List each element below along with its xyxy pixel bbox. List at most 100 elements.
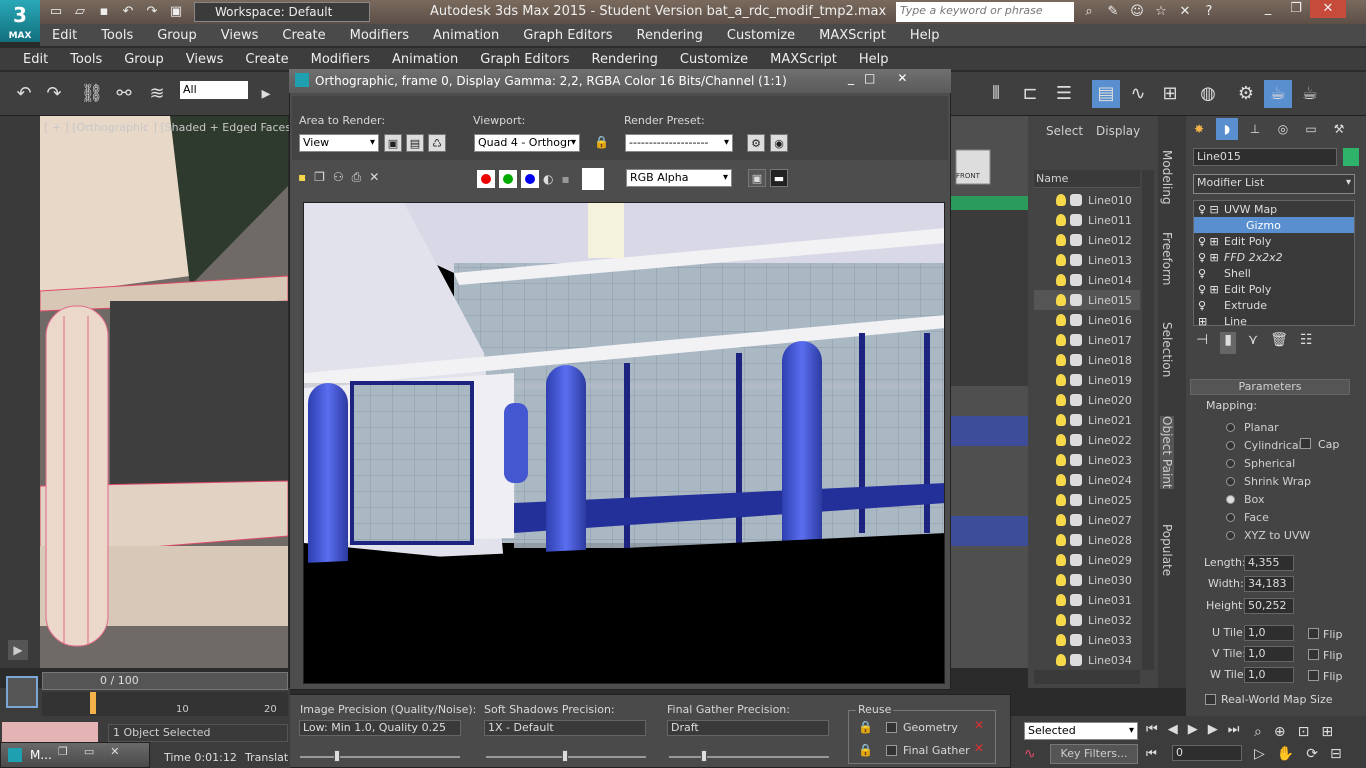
radio-button[interactable] <box>1226 422 1235 432</box>
layer-manager-icon[interactable]: ☰ <box>1050 80 1078 108</box>
final-gather-lock-icon[interactable]: 🔒 <box>858 743 873 757</box>
u-flip-checkbox[interactable] <box>1308 628 1319 642</box>
red-channel-toggle[interactable] <box>477 170 495 188</box>
undo-icon[interactable]: ↶ <box>10 80 38 108</box>
star-icon[interactable]: ☆ <box>1152 3 1170 21</box>
maximize-viewport-icon[interactable]: ⊟ <box>1330 746 1342 762</box>
explorer-item[interactable]: Line022 <box>1034 430 1140 450</box>
render-teapot-icon[interactable] <box>1070 474 1082 486</box>
zoom-extents-icon[interactable]: ⊡ <box>1298 724 1310 740</box>
render-preset-dropdown[interactable]: -------------------- <box>625 134 733 152</box>
minimize-icon[interactable]: _ <box>1254 0 1282 18</box>
light-bulb-icon[interactable] <box>1056 534 1066 546</box>
area-to-render-dropdown[interactable]: View <box>299 134 379 152</box>
menu-maxscript[interactable]: MAXScript <box>807 28 898 43</box>
next-frame-icon[interactable]: ▶ <box>1208 722 1218 737</box>
light-bulb-icon[interactable] <box>1056 354 1066 366</box>
render-teapot-icon[interactable] <box>1070 574 1082 586</box>
redo-icon[interactable]: ↷ <box>40 80 68 108</box>
perspective-viewport[interactable] <box>948 116 1028 668</box>
new-file-icon[interactable]: ▭ <box>46 3 66 21</box>
radio-button[interactable] <box>1226 494 1235 504</box>
explorer-item[interactable]: Line023 <box>1034 450 1140 470</box>
render-teapot-icon[interactable] <box>1070 494 1082 506</box>
menu2-graph-editors[interactable]: Graph Editors <box>469 52 580 67</box>
orbit-icon[interactable]: ⟳ <box>1306 746 1318 762</box>
menu2-group[interactable]: Group <box>113 52 175 67</box>
pin-stack-icon[interactable]: ⊣ <box>1196 332 1208 354</box>
mapping-option-planar[interactable]: Planar <box>1226 418 1356 436</box>
render-teapot-icon[interactable] <box>1070 274 1082 286</box>
workspace-dropdown[interactable]: Workspace: Default <box>194 2 370 22</box>
render-teapot-icon[interactable] <box>1070 414 1082 426</box>
toggle-ui-overlay-icon[interactable]: ▣ <box>748 169 766 187</box>
explorer-item[interactable]: Line028 <box>1034 530 1140 550</box>
geometry-checkbox[interactable] <box>886 722 897 736</box>
taskbar-close-icon[interactable]: ✕ <box>110 745 119 758</box>
render-teapot-icon[interactable] <box>1070 214 1082 226</box>
bind-space-warp-icon[interactable]: ≋ <box>143 80 171 108</box>
radio-button[interactable] <box>1226 476 1235 486</box>
menu2-views[interactable]: Views <box>175 52 235 67</box>
render-teapot-icon[interactable] <box>1070 254 1082 266</box>
render-teapot-icon[interactable] <box>1070 434 1082 446</box>
radio-button[interactable] <box>1226 512 1235 522</box>
mini-viewport-icon[interactable] <box>6 676 38 708</box>
image-precision-slider[interactable] <box>300 756 460 758</box>
key-mode-icon[interactable]: ⏮ <box>1146 746 1157 761</box>
light-bulb-icon[interactable] <box>1056 474 1066 486</box>
zoom-extents-all-icon[interactable]: ⊞ <box>1321 724 1333 740</box>
light-bulb-icon[interactable] <box>1056 614 1066 626</box>
lock-region-icon[interactable]: ♺ <box>428 134 446 152</box>
taskbar-restore-icon[interactable]: ❐ <box>58 745 68 758</box>
render-teapot-icon[interactable] <box>1070 314 1082 326</box>
explorer-item[interactable]: Line032 <box>1034 610 1140 630</box>
motion-tab-icon[interactable]: ◎ <box>1272 118 1294 140</box>
menu-edit[interactable]: Edit <box>40 28 89 43</box>
explorer-item[interactable]: Line025 <box>1034 490 1140 510</box>
menu2-edit[interactable]: Edit <box>12 52 59 67</box>
explorer-item[interactable]: Line014 <box>1034 270 1140 290</box>
alpha-channel-icon[interactable]: ◐ <box>543 172 553 186</box>
make-unique-icon[interactable]: ⋎ <box>1248 332 1258 354</box>
render-teapot-icon[interactable] <box>1070 634 1082 646</box>
configure-modifier-sets-icon[interactable]: ☷ <box>1300 332 1313 354</box>
open-file-icon[interactable]: ▱ <box>70 3 90 21</box>
previous-frame-icon[interactable]: ◀ <box>1168 722 1178 737</box>
curve-editor-icon[interactable]: ∿ <box>1124 80 1152 108</box>
explorer-item[interactable]: Line030 <box>1034 570 1140 590</box>
radio-button[interactable] <box>1226 440 1235 450</box>
light-bulb-icon[interactable] <box>1056 554 1066 566</box>
lock-viewport-icon[interactable]: 🔒 <box>594 135 609 149</box>
selection-set-dropdown[interactable]: Selected <box>1024 722 1138 740</box>
w-tile-field[interactable]: 1,0 <box>1244 667 1294 683</box>
explorer-item[interactable]: Line024 <box>1034 470 1140 490</box>
explorer-display-tab[interactable]: Display <box>1096 124 1140 138</box>
length-field[interactable]: 4,355 <box>1244 555 1294 571</box>
light-bulb-icon[interactable] <box>1056 574 1066 586</box>
menu-customize[interactable]: Customize <box>715 28 807 43</box>
menu-views[interactable]: Views <box>209 28 271 43</box>
track-bar[interactable] <box>42 692 288 716</box>
exchange-icon[interactable]: ✕ <box>1176 3 1194 21</box>
explorer-hscrollbar[interactable] <box>1034 670 1140 684</box>
schematic-view-icon[interactable]: ⊞ <box>1156 80 1184 108</box>
render-teapot-icon[interactable] <box>1070 194 1082 206</box>
explorer-item[interactable]: Line021 <box>1034 410 1140 430</box>
tab-populate[interactable]: Populate <box>1160 524 1174 576</box>
render-teapot-icon[interactable] <box>1070 554 1082 566</box>
display-tab-icon[interactable]: ▭ <box>1300 118 1322 140</box>
mapping-option-xyz-to-uvw[interactable]: XYZ to UVW <box>1226 526 1356 544</box>
mapping-option-spherical[interactable]: Spherical <box>1226 454 1356 472</box>
menu2-rendering[interactable]: Rendering <box>581 52 669 67</box>
blue-channel-toggle[interactable] <box>521 170 539 188</box>
explorer-item[interactable]: Line011 <box>1034 210 1140 230</box>
color-swatch[interactable] <box>581 168 604 190</box>
soft-shadows-field[interactable]: 1X - Default <box>484 720 646 736</box>
render-teapot-icon[interactable] <box>1070 454 1082 466</box>
explorer-scrollbar[interactable] <box>1142 170 1154 670</box>
align-icon[interactable]: ⊏ <box>1016 80 1044 108</box>
menu2-create[interactable]: Create <box>234 52 299 67</box>
scene-explorer-icon[interactable]: ▤ <box>1092 80 1120 108</box>
light-bulb-icon[interactable] <box>1056 454 1066 466</box>
